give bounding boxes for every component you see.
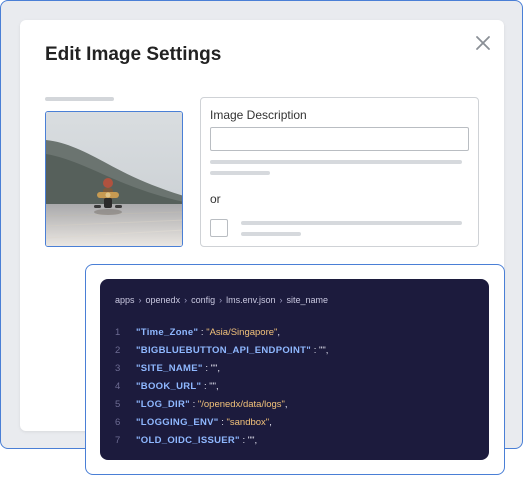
config-value: "/openedx/data/logs" — [197, 399, 285, 410]
code-line: 2 "BIGBLUEBUTTON_API_ENDPOINT" : "", — [115, 342, 328, 360]
chevron-right-icon: › — [184, 295, 188, 305]
line-number: 4 — [115, 381, 121, 392]
config-key: "LOGGING_ENV" — [136, 417, 219, 428]
image-settings-panel: Image Description or — [200, 97, 479, 247]
line-end: , — [254, 435, 258, 446]
close-icon — [476, 36, 490, 50]
line-end: , — [277, 327, 281, 338]
help-text-placeholder-2 — [210, 171, 270, 175]
config-key: "LOG_DIR" — [136, 399, 190, 410]
checkbox-label-placeholder-1 — [241, 221, 462, 225]
chevron-right-icon: › — [219, 295, 223, 305]
line-number: 2 — [115, 345, 121, 356]
config-key: "Time_Zone" — [136, 327, 199, 338]
config-key: "BOOK_URL" — [136, 381, 202, 392]
code-line: 1 "Time_Zone" : "Asia/Singapore", — [115, 324, 328, 342]
chevron-right-icon: › — [138, 295, 142, 305]
breadcrumb-item-file[interactable]: lms.env.json — [226, 295, 275, 305]
modal-title: Edit Image Settings — [45, 44, 222, 65]
code-line: 4 "BOOK_URL" : "", — [115, 378, 328, 396]
key-separator: : — [218, 417, 227, 428]
line-number: 5 — [115, 399, 121, 410]
help-text-placeholder-1 — [210, 160, 462, 164]
config-key: "BIGBLUEBUTTON_API_ENDPOINT" — [136, 345, 312, 356]
code-line: 6 "LOGGING_ENV" : "sandbox", — [115, 414, 328, 432]
image-preview[interactable] — [45, 111, 183, 247]
code-line: 7 "OLD_OIDC_ISSUER" : "", — [115, 432, 328, 450]
config-breadcrumb: apps › openedx › config › lms.env.json › site_na… — [115, 295, 328, 305]
image-preview-photo — [46, 112, 182, 246]
config-value: "Asia/Singapore" — [206, 327, 278, 338]
breadcrumb-item-key: site_name — [286, 295, 328, 305]
breadcrumb-item-apps[interactable]: apps — [115, 295, 135, 305]
code-line: 5 "LOG_DIR" : "/openedx/data/logs", — [115, 396, 328, 414]
config-value: "sandbox" — [226, 417, 270, 428]
config-key: "SITE_NAME" — [136, 363, 203, 374]
line-end: , — [269, 417, 272, 428]
chevron-right-icon: › — [279, 295, 283, 305]
config-code-panel: apps › openedx › config › lms.env.json › site_na… — [100, 279, 489, 460]
image-description-input[interactable] — [210, 127, 469, 151]
key-separator: : — [202, 363, 211, 374]
close-button[interactable] — [472, 32, 494, 54]
line-number: 7 — [115, 435, 121, 446]
line-end: , — [216, 381, 219, 392]
breadcrumb-item-config[interactable]: config — [191, 295, 215, 305]
line-number: 3 — [115, 363, 121, 374]
line-number: 1 — [115, 327, 121, 338]
decorative-image-checkbox[interactable] — [210, 219, 228, 237]
key-separator: : — [239, 435, 248, 446]
key-separator: : — [311, 345, 319, 356]
key-separator: : — [189, 399, 198, 410]
config-key: "OLD_OIDC_ISSUER" — [136, 435, 240, 446]
line-end: , — [284, 399, 288, 410]
line-end: , — [325, 345, 329, 356]
config-value: "" — [209, 381, 216, 392]
image-description-label: Image Description — [210, 108, 307, 122]
checkbox-label-placeholder-2 — [241, 232, 301, 236]
or-divider-label: or — [210, 192, 221, 206]
image-caption-placeholder — [45, 97, 114, 101]
screen: Edit Image Settings Image Description or… — [0, 0, 525, 477]
config-value: "" — [318, 345, 326, 356]
breadcrumb-item-openedx[interactable]: openedx — [146, 295, 181, 305]
code-lines: 1 "Time_Zone" : "Asia/Singapore", 2 "BIGBL… — [115, 324, 328, 450]
line-number: 6 — [115, 417, 121, 428]
line-end: , — [217, 363, 220, 374]
config-value: "" — [247, 435, 255, 446]
code-line: 3 "SITE_NAME" : "", — [115, 360, 328, 378]
